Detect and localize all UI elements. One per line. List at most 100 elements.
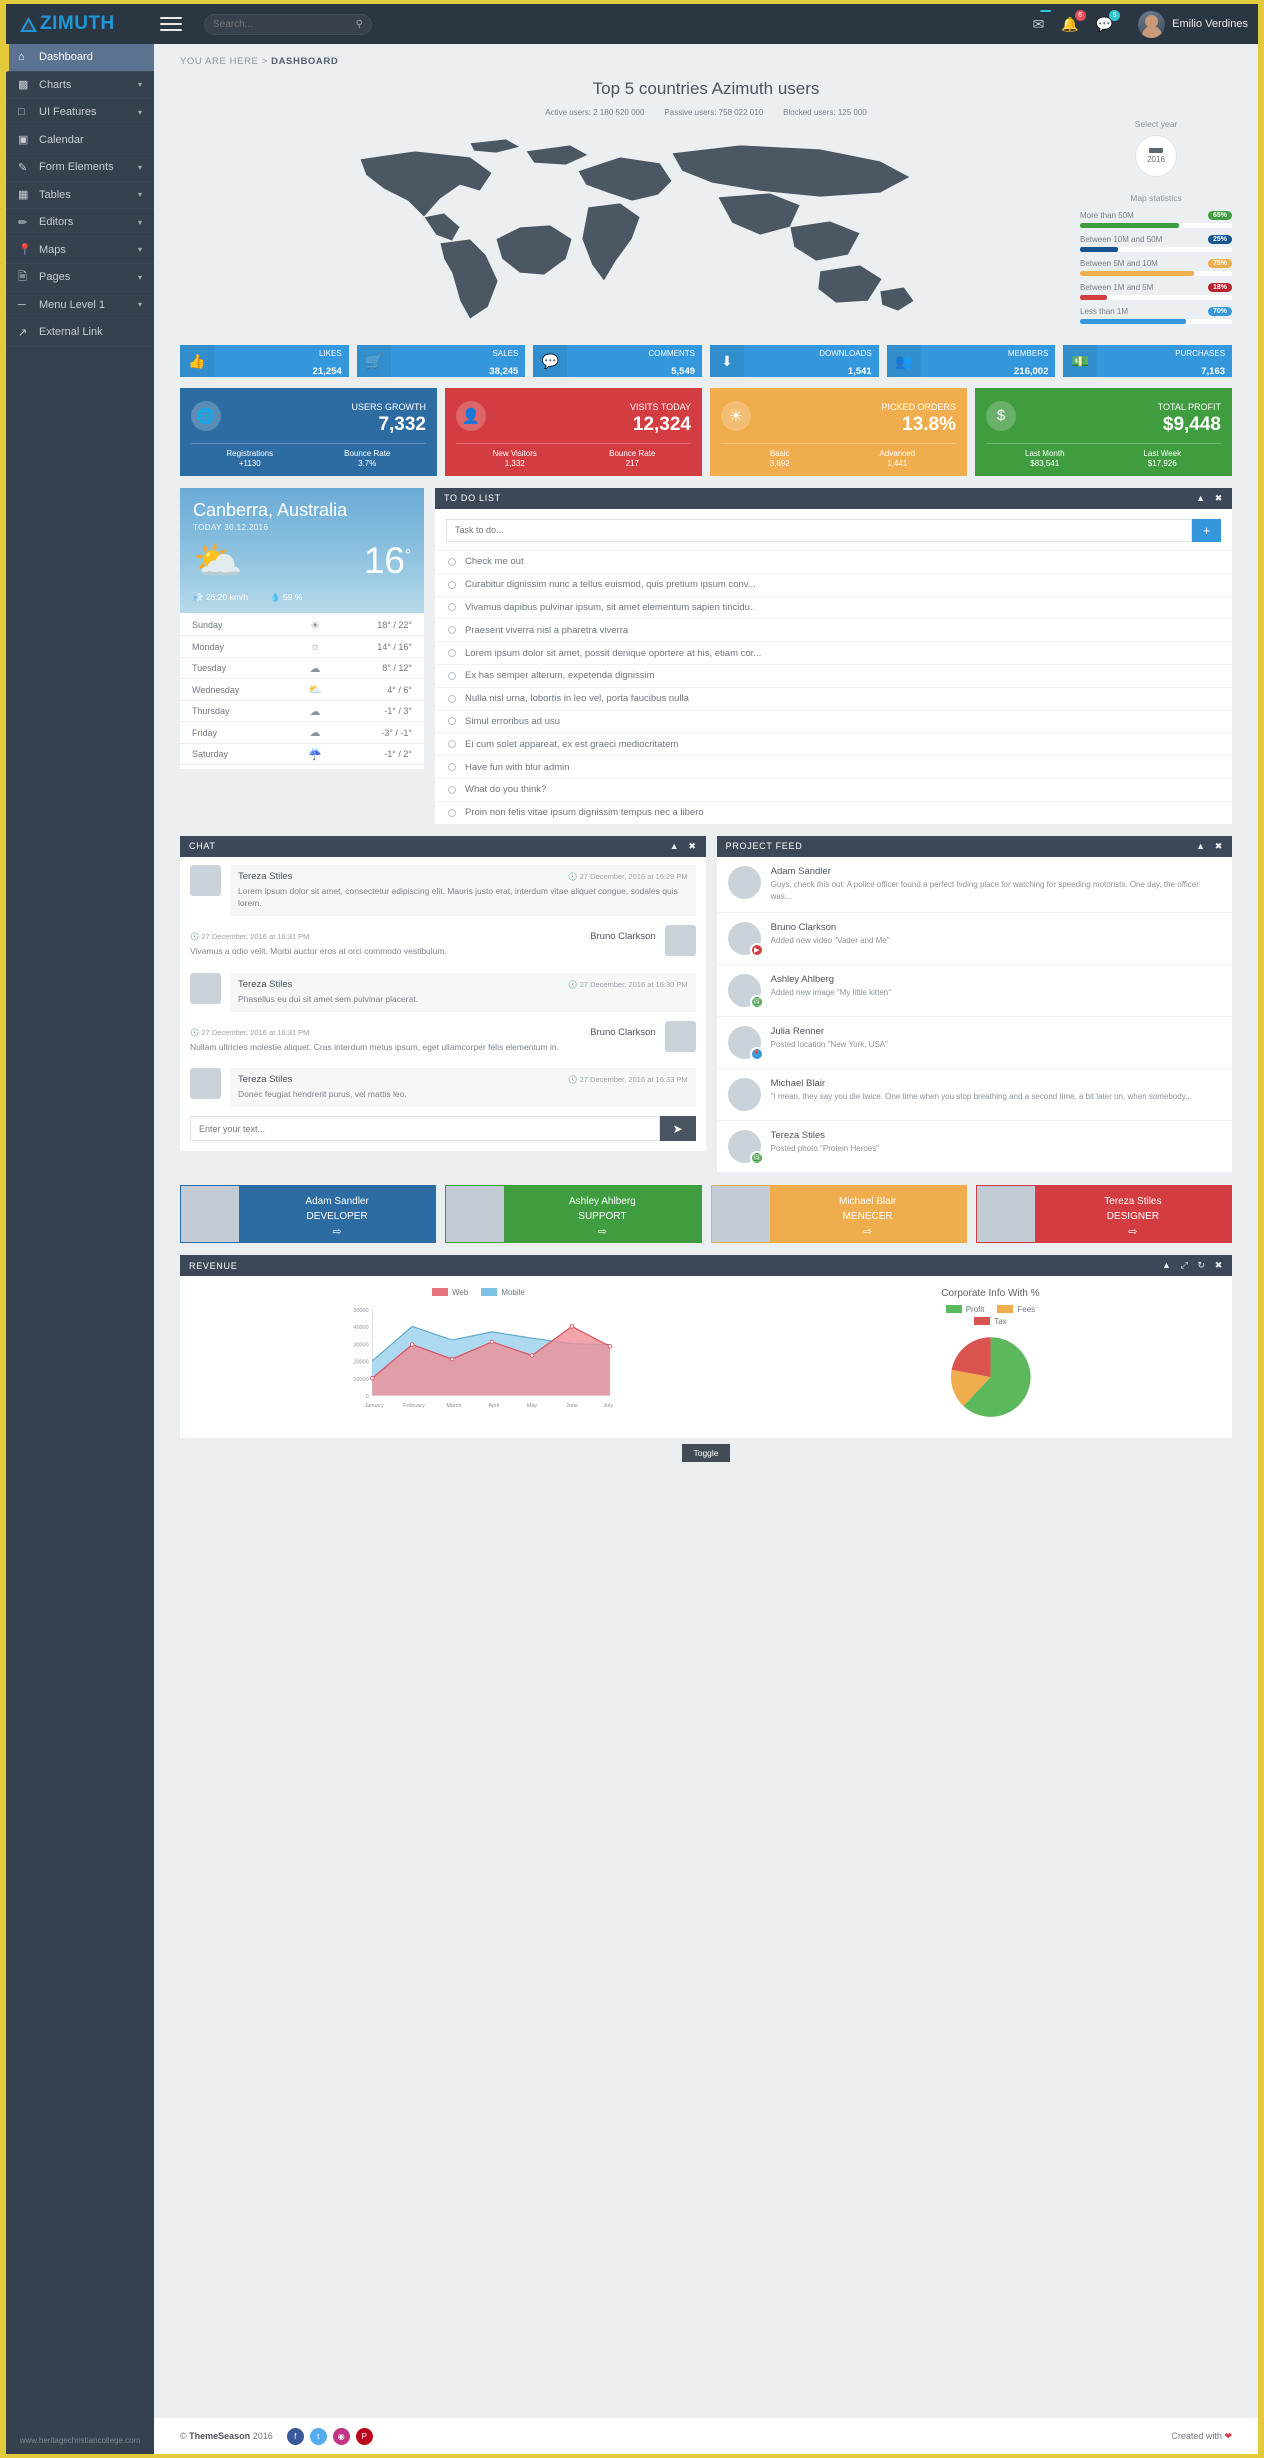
collapse-icon[interactable]: ▲ [1162,1260,1172,1271]
todo-item[interactable]: Simul erroribus ad usu [435,709,1232,733]
radio-icon[interactable] [448,557,456,566]
todo-item[interactable]: Ex has semper alterum, expetenda digniss… [435,663,1232,687]
todo-input[interactable] [446,518,1192,542]
sidebar-item-calendar[interactable]: ▣ Calendar [6,127,154,154]
mini-stat-downloads[interactable]: ⬇ DOWNLOADS 1,541 [710,345,879,377]
arrow-right-icon[interactable]: ⇨ [239,1225,435,1238]
radio-icon[interactable] [448,626,456,635]
mini-stat-sales[interactable]: 🛒 SALES 38,245 [356,345,526,377]
bell-icon[interactable]: 🔔 6 [1061,9,1086,33]
feed-item[interactable]: 🖼 Tereza Stiles Posted photo "Protein He… [716,1121,1232,1174]
todo-item[interactable]: Have fun with blur admin [435,755,1232,778]
todo-item[interactable]: Proin non felis vitae ipsum dignissim te… [435,800,1232,824]
map-stat-row: More than 50M 65% [1080,211,1232,228]
refresh-icon[interactable]: ↻ [1198,1260,1206,1271]
legend-web: Web [432,1288,468,1297]
profile-tile-adam-sandler[interactable]: Adam Sandler DEVELOPER ⇨ [180,1185,437,1244]
radio-icon[interactable] [448,603,456,612]
sidebar-toggle-icon[interactable] [160,13,182,35]
sidebar-item-charts[interactable]: ▩ Charts ▾ [6,72,154,99]
mail-icon[interactable]: ✉ [1033,9,1052,33]
todo-item[interactable]: Lorem ipsum dolor sit amet, possit deniq… [435,641,1232,664]
svg-text:January: January [364,1403,384,1409]
chat-input[interactable] [190,1116,660,1141]
expand-icon[interactable]: ⤢ [1181,1260,1189,1271]
arrow-right-icon[interactable]: ⇨ [1035,1225,1231,1238]
facebook-icon[interactable]: f [286,2427,304,2445]
mini-stat-purchases[interactable]: 💵 PURCHASES 7,163 [1063,345,1233,377]
todo-item[interactable]: Ei cum solet appareat, ex est graeci med… [435,732,1232,755]
sidebar-item-pages[interactable]: 🗎 Pages ▾ [6,264,154,292]
arrow-right-icon[interactable]: ⇨ [504,1225,700,1238]
pinterest-icon[interactable]: P [355,2427,373,2445]
todo-item[interactable]: Vivamus dapibus pulvinar ipsum, sit amet… [435,595,1232,619]
revenue-pie-chart[interactable]: Corporate Info With % Profit Fees Tax [763,1288,1218,1430]
sidebar-item-ui-features[interactable]: □ UI Features ▾ [6,99,154,127]
todo-item[interactable]: Praesent viverra nisl a pharetra viverra [435,618,1232,641]
big-stat-foot-label: Bounce Rate [609,448,656,458]
sidebar-item-maps[interactable]: 📍 Maps ▾ [6,237,154,264]
year-selector[interactable]: 2016 [1135,135,1177,177]
grid-icon: ▦ [18,189,29,202]
radio-icon[interactable] [448,649,456,658]
radio-icon[interactable] [448,694,456,703]
radio-icon[interactable] [448,671,456,680]
close-icon[interactable]: ✖ [1215,493,1223,504]
revenue-area-chart[interactable]: Web Mobile 50000 40000 30000 20000 10000 0 [194,1288,763,1430]
profile-tile-michael-blair[interactable]: Michael Blair MENECER ⇨ [710,1185,967,1244]
search-icon[interactable]: ⚲ [356,19,363,30]
toggle-button[interactable]: Toggle [682,1444,730,1463]
big-stat-picked-orders[interactable]: ☀ PICKED ORDERS 13.8% Basic 3,692 Advance… [710,388,967,476]
todo-panel: TO DO LIST ▲ ✖ + Check me out Curabitur d… [435,487,1232,824]
sidebar-item-tables[interactable]: ▦ Tables ▾ [6,182,154,209]
sidebar-item-editors[interactable]: ✏ Editors ▾ [6,209,154,237]
close-icon[interactable]: ✖ [688,841,696,852]
sidebar-item-dashboard[interactable]: ⌂ Dashboard [6,44,154,72]
collapse-icon[interactable]: ▲ [1196,493,1206,504]
todo-item[interactable]: Check me out [435,549,1232,573]
search-input[interactable] [213,18,353,30]
feed-item[interactable]: Michael Blair "I mean, they say you die … [716,1069,1232,1122]
sidebar-item-menu-level-1[interactable]: ─ Menu Level 1 ▾ [6,292,154,319]
big-stat-visits-today[interactable]: 👤 VISITS TODAY 12,324 New Visitors 1,332 … [445,388,702,476]
arrow-right-icon[interactable]: ⇨ [770,1225,966,1238]
profile-tile-tereza-stiles[interactable]: Tereza Stiles DESIGNER ⇨ [975,1185,1232,1244]
feed-item[interactable]: Adam Sandler Guys, check this out: A pol… [716,857,1232,914]
radio-icon[interactable] [448,808,456,817]
radio-icon[interactable] [448,740,456,749]
collapse-icon[interactable]: ▲ [1196,841,1206,852]
feed-item[interactable]: ▶ Bruno Clarkson Added new video "Vader … [716,913,1232,966]
add-task-button[interactable]: + [1192,518,1221,542]
radio-icon[interactable] [448,763,456,771]
collapse-icon[interactable]: ▲ [670,841,680,852]
sidebar-item-form-elements[interactable]: ✎ Form Elements ▾ [6,154,154,182]
search-box[interactable]: ⚲ [204,13,372,35]
mini-stat-likes[interactable]: 👍 LIKES 21,254 [180,345,349,377]
feed-item[interactable]: 📍 Julia Renner Posted location "New York… [716,1017,1232,1070]
mini-stat-members[interactable]: 👥 MEMBERS 216,002 [886,345,1056,377]
sidebar-item-external-link[interactable]: ↗ External Link [6,319,154,347]
feed-item[interactable]: 🖼 Ashley Ahlberg Added new image "My lit… [716,965,1232,1018]
profile-tile-ashley-ahlberg[interactable]: Ashley Ahlberg SUPPORT ⇨ [445,1185,702,1244]
pie-chart-title: Corporate Info With % [941,1288,1040,1300]
svg-text:10000: 10000 [353,1377,368,1383]
todo-item[interactable]: Nulla nisl urna, lobortis in leo vel, po… [435,686,1232,710]
twitter-icon[interactable]: t [309,2427,327,2445]
radio-icon[interactable] [448,785,456,794]
close-icon[interactable]: ✖ [1215,1260,1223,1271]
radio-icon[interactable] [448,580,456,589]
mini-stat-comments[interactable]: 💬 COMMENTS 5,549 [533,345,703,377]
todo-item[interactable]: What do you think? [435,777,1232,801]
big-stat-users-growth[interactable]: 🌐 USERS GROWTH 7,332 Registrations +1130 … [180,388,437,476]
big-stat-total-profit[interactable]: $ TOTAL PROFIT $9,448 Last Month $83,541 … [975,388,1232,476]
todo-item[interactable]: Curabitur dignissim nunc a tellus euismo… [435,572,1232,596]
send-button[interactable]: ➤ [659,1116,696,1141]
user-menu[interactable]: Emilio Verdines [1130,10,1248,38]
world-map[interactable] [180,131,1080,331]
close-icon[interactable]: ✖ [1215,841,1223,852]
radio-icon[interactable] [448,717,456,726]
app-logo[interactable]: ZIMUTH [6,13,154,35]
weather-wind: 💨 26.20 km/h [193,591,249,602]
chat-icon[interactable]: 💬 5 [1096,9,1121,33]
instagram-icon[interactable]: ◉ [332,2427,350,2445]
